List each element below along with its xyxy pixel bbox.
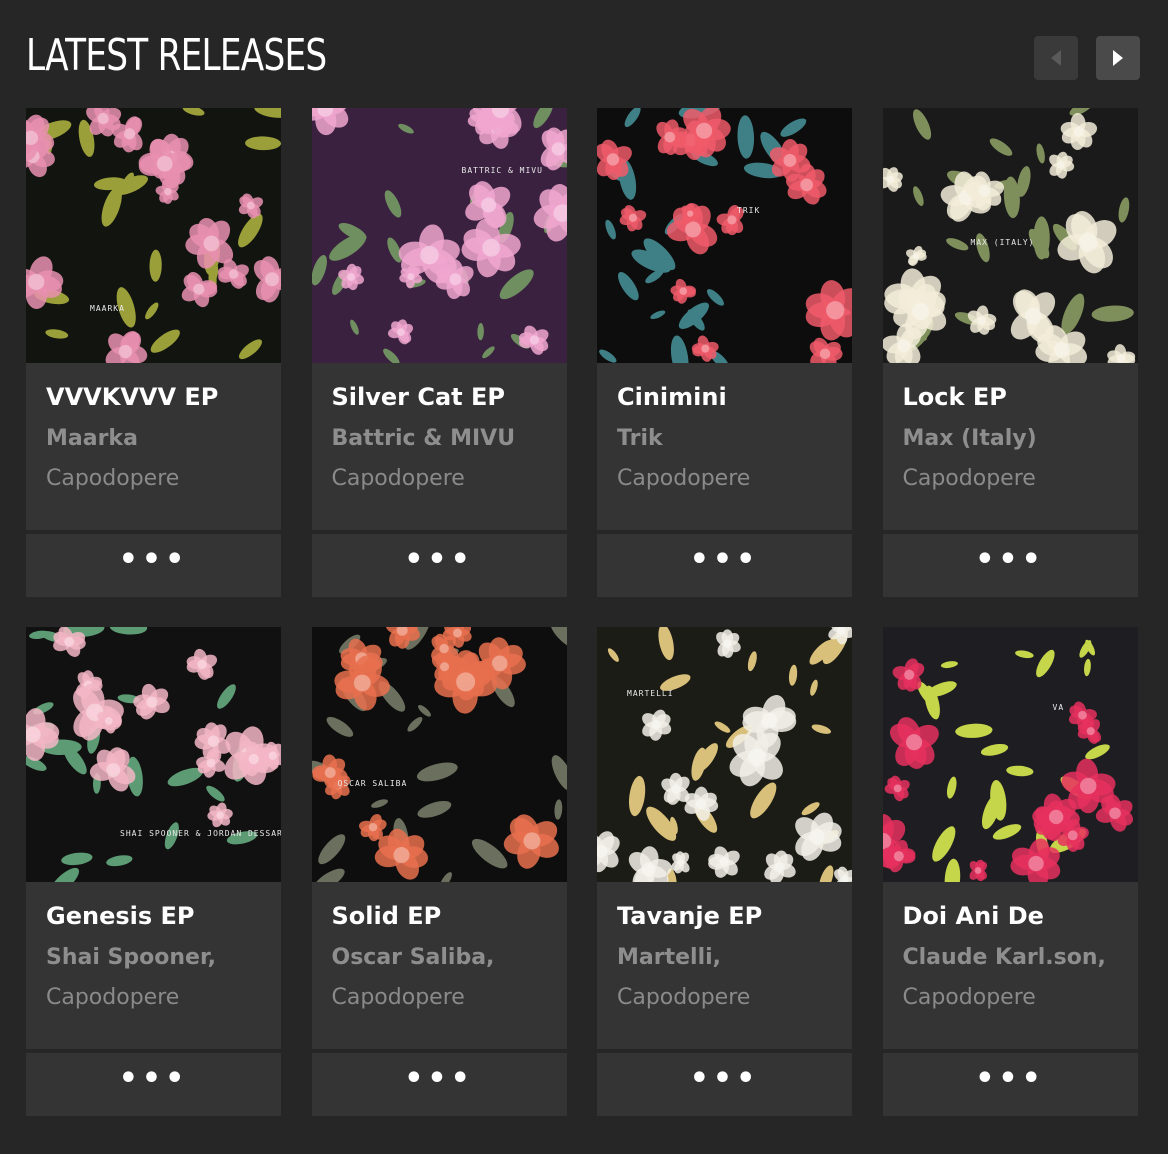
- section-title: LATEST RELEASES: [26, 30, 327, 81]
- more-options-button[interactable]: •••: [882, 1053, 1138, 1116]
- cover-artist-text: BATTRIC & MIVU: [461, 166, 543, 175]
- floral-artwork: [882, 627, 1138, 882]
- more-icon: •••: [404, 1061, 474, 1096]
- release-title[interactable]: Tavanje EP: [617, 900, 832, 932]
- floral-artwork: [311, 627, 567, 882]
- more-icon: •••: [689, 1061, 760, 1096]
- release-artist[interactable]: Shai Spooner,: [46, 943, 261, 973]
- release-card[interactable]: SHAI SPOONER & JORDAN DESSAR Genesis EP Sh…: [26, 627, 281, 1116]
- release-card[interactable]: MAARKA VVVKVVV EP Maarka Capodopere •••: [26, 108, 281, 597]
- release-artist[interactable]: Battric & MIVU: [332, 424, 547, 454]
- release-artist[interactable]: Trik: [617, 424, 832, 454]
- cover-artist-text: MAX (ITALY): [970, 238, 1035, 247]
- release-artist[interactable]: Maarka: [46, 424, 261, 454]
- more-icon: •••: [975, 542, 1045, 577]
- release-info: Cinimini Trik Capodopere: [597, 363, 852, 530]
- cover-artist-text: TRIK: [737, 206, 761, 215]
- release-title[interactable]: Silver Cat EP: [332, 381, 547, 413]
- more-options-button[interactable]: •••: [311, 1053, 567, 1116]
- album-cover[interactable]: BATTRIC & MIVU: [311, 108, 567, 363]
- floral-artwork: [882, 108, 1138, 363]
- more-icon: •••: [975, 1061, 1045, 1096]
- release-info: Doi Ani De Claude Karl.son, Capodopere: [882, 882, 1138, 1049]
- release-info: Genesis EP Shai Spooner, Capodopere: [26, 882, 281, 1049]
- carousel-prev-button[interactable]: [1034, 36, 1078, 80]
- release-title[interactable]: Doi Ani De: [903, 900, 1118, 932]
- release-artist[interactable]: Max (Italy): [903, 424, 1118, 454]
- release-title[interactable]: VVVKVVV EP: [46, 381, 261, 413]
- releases-grid: MAARKA VVVKVVV EP Maarka Capodopere ••• BATTR…: [26, 108, 1138, 1116]
- more-icon: •••: [404, 542, 474, 577]
- album-cover[interactable]: MARTELLI: [597, 627, 852, 882]
- release-card[interactable]: VA Doi Ani De Claude Karl.son, Capodopere ••…: [882, 627, 1138, 1116]
- release-info: Solid EP Oscar Saliba, Capodopere: [311, 882, 567, 1049]
- more-icon: •••: [689, 542, 760, 577]
- cover-artist-text: VA: [1052, 703, 1065, 712]
- more-options-button[interactable]: •••: [26, 1053, 281, 1116]
- release-info: Tavanje EP Martelli, Capodopere: [597, 882, 852, 1049]
- more-options-button[interactable]: •••: [26, 534, 281, 597]
- release-label[interactable]: Capodopere: [46, 464, 261, 494]
- chevron-left-icon: [1051, 50, 1061, 66]
- album-cover[interactable]: MAARKA: [26, 108, 281, 363]
- release-artist[interactable]: Claude Karl.son,: [903, 943, 1118, 973]
- release-card[interactable]: OSCAR SALIBA Solid EP Oscar Saliba, Capodop…: [311, 627, 567, 1116]
- more-icon: •••: [118, 542, 189, 577]
- release-info: Lock EP Max (Italy) Capodopere: [882, 363, 1138, 530]
- release-label[interactable]: Capodopere: [903, 983, 1118, 1013]
- release-title[interactable]: Solid EP: [332, 900, 547, 932]
- floral-artwork: [26, 627, 281, 882]
- floral-artwork: [597, 627, 852, 882]
- release-artist[interactable]: Oscar Saliba,: [332, 943, 547, 973]
- floral-artwork: [26, 108, 281, 363]
- more-icon: •••: [118, 1061, 189, 1096]
- release-card[interactable]: MAX (ITALY) Lock EP Max (Italy) Capodopere •…: [882, 108, 1138, 597]
- release-label[interactable]: Capodopere: [617, 464, 832, 494]
- cover-artist-text: MARTELLI: [627, 689, 674, 698]
- album-cover[interactable]: VA: [882, 627, 1138, 882]
- cover-artist-text: MAARKA: [90, 304, 125, 313]
- release-title[interactable]: Lock EP: [903, 381, 1118, 413]
- release-card[interactable]: BATTRIC & MIVU Silver Cat EP Battric & MIV…: [311, 108, 567, 597]
- release-info: Silver Cat EP Battric & MIVU Capodopere: [311, 363, 567, 530]
- cover-artist-text: OSCAR SALIBA: [337, 779, 408, 788]
- release-label[interactable]: Capodopere: [617, 983, 832, 1013]
- floral-artwork: [311, 108, 567, 363]
- carousel-next-button[interactable]: [1096, 36, 1140, 80]
- release-label[interactable]: Capodopere: [46, 983, 261, 1013]
- release-info: VVVKVVV EP Maarka Capodopere: [26, 363, 281, 530]
- section-header: LATEST RELEASES: [26, 28, 1140, 88]
- album-cover[interactable]: MAX (ITALY): [882, 108, 1138, 363]
- release-label[interactable]: Capodopere: [332, 464, 547, 494]
- album-cover[interactable]: SHAI SPOONER & JORDAN DESSAR: [26, 627, 281, 882]
- chevron-right-icon: [1113, 50, 1123, 66]
- release-card[interactable]: TRIK Cinimini Trik Capodopere •••: [597, 108, 852, 597]
- release-label[interactable]: Capodopere: [903, 464, 1118, 494]
- album-cover[interactable]: TRIK: [597, 108, 852, 363]
- more-options-button[interactable]: •••: [597, 1053, 852, 1116]
- cover-artist-text: SHAI SPOONER & JORDAN DESSAR: [120, 829, 281, 838]
- release-title[interactable]: Cinimini: [617, 381, 832, 413]
- release-artist[interactable]: Martelli,: [617, 943, 832, 973]
- release-title[interactable]: Genesis EP: [46, 900, 261, 932]
- more-options-button[interactable]: •••: [311, 534, 567, 597]
- album-cover[interactable]: OSCAR SALIBA: [311, 627, 567, 882]
- more-options-button[interactable]: •••: [882, 534, 1138, 597]
- release-label[interactable]: Capodopere: [332, 983, 547, 1013]
- floral-artwork: [597, 108, 852, 363]
- more-options-button[interactable]: •••: [597, 534, 852, 597]
- release-card[interactable]: MARTELLI Tavanje EP Martelli, Capodopere •••: [597, 627, 852, 1116]
